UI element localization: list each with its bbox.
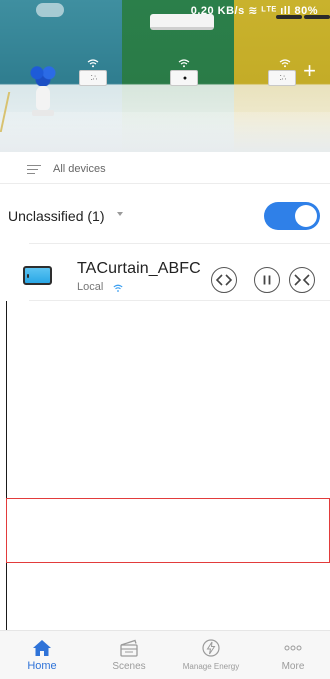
device-filter-bar[interactable]: All devices	[0, 152, 330, 184]
banner-floor	[0, 112, 330, 152]
group-label[interactable]: Unclassified (1)	[8, 208, 104, 224]
smart-socket-illustration: ⁚∴	[79, 70, 107, 86]
open-arrows-icon	[215, 274, 233, 286]
nav-scenes-label: Scenes	[112, 661, 146, 672]
curtain-pause-button[interactable]	[254, 267, 280, 293]
status-time-pill	[36, 3, 64, 17]
power-strip-illustration: ⁚∴	[268, 70, 296, 86]
energy-icon	[202, 639, 220, 657]
ceiling-fan-illustration	[276, 14, 330, 20]
home-icon	[33, 640, 51, 656]
air-conditioner-illustration	[150, 14, 214, 30]
chevron-down-icon[interactable]	[117, 212, 123, 216]
device-name: TACurtain_ABFC	[77, 260, 201, 277]
curtain-close-button[interactable]	[289, 267, 315, 293]
pause-icon	[263, 275, 271, 285]
header-banner: 0.20 KB/s ≋ ᴸᵀᴱ ıll 80% ⁚∴ ● ⁚∴ +	[0, 0, 330, 152]
nav-manage-energy[interactable]: Manage Energy	[180, 635, 242, 679]
smart-plug-illustration: ●	[170, 70, 198, 86]
wifi-icon	[113, 280, 123, 292]
nav-scenes[interactable]: Scenes	[98, 635, 160, 679]
left-edge-line	[6, 301, 7, 631]
highlight-box	[6, 498, 330, 563]
nav-manage-energy-label: Manage Energy	[182, 662, 240, 671]
filter-icon[interactable]	[27, 165, 41, 175]
scenes-icon	[120, 639, 138, 657]
close-arrows-icon	[294, 274, 310, 286]
filter-label[interactable]: All devices	[53, 163, 106, 175]
bottom-navigation: Home Scenes Manage Energy More	[0, 630, 330, 679]
group-toggle-switch[interactable]	[264, 202, 320, 230]
curtain-device-icon	[23, 266, 52, 285]
curtain-open-button[interactable]	[211, 267, 237, 293]
nav-home[interactable]: Home	[11, 635, 73, 679]
add-device-icon[interactable]: +	[303, 60, 316, 82]
nav-more[interactable]: More	[262, 635, 324, 679]
more-icon	[284, 645, 302, 651]
toggle-knob	[295, 205, 317, 227]
device-group-header[interactable]: Unclassified (1)	[0, 196, 330, 236]
device-list-item[interactable]: TACurtain_ABFC Local	[23, 243, 330, 301]
flower-vase-illustration	[28, 64, 58, 118]
nav-home-label: Home	[27, 660, 57, 672]
device-connection-status: Local	[77, 281, 104, 293]
nav-more-label: More	[281, 661, 305, 672]
